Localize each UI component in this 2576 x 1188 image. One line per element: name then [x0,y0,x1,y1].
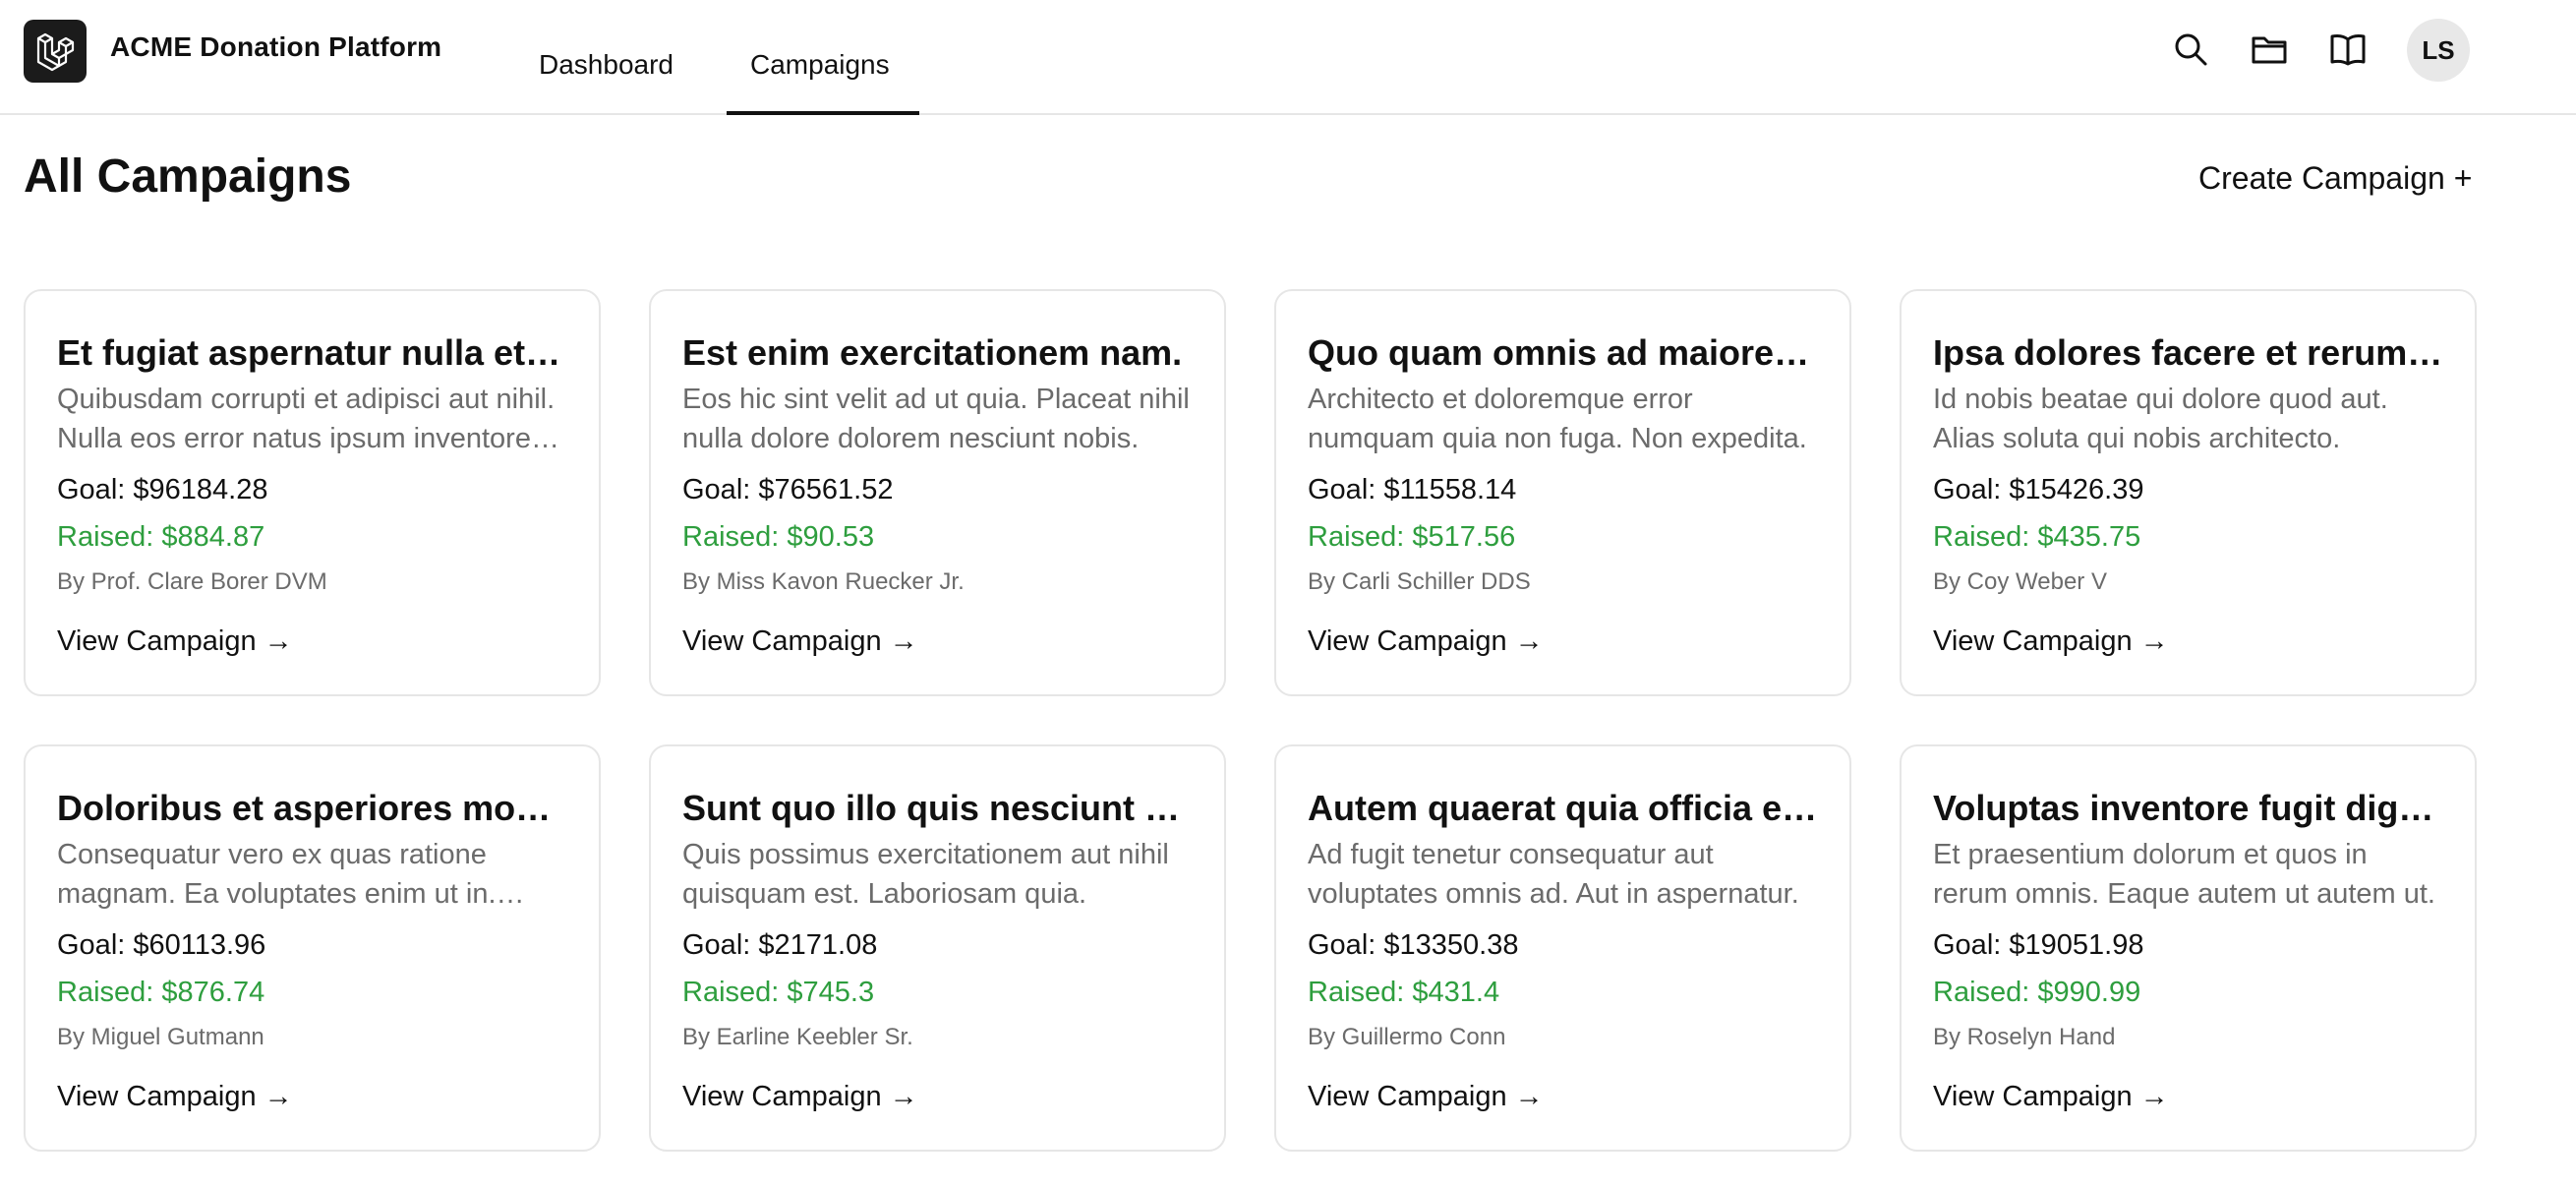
view-campaign-link[interactable]: View Campaign → [1933,625,2169,658]
page-title: All Campaigns [24,150,352,203]
tab-campaigns[interactable]: Campaigns [750,49,890,81]
campaign-author: By Prof. Clare Borer DVM [57,568,327,595]
campaign-title: Ipsa dolores facere et rerum et. [1933,332,2443,373]
book-icon[interactable] [2328,30,2368,69]
view-campaign-link[interactable]: View Campaign → [682,625,918,658]
user-avatar[interactable]: LS [2407,19,2470,82]
view-campaign-link[interactable]: View Campaign → [1933,1081,2169,1113]
create-campaign-button[interactable]: Create Campaign + [2198,160,2472,197]
campaign-raised: Raised: $435.75 [1933,521,2141,553]
view-campaign-link[interactable]: View Campaign → [682,1081,918,1113]
campaign-author: By Roselyn Hand [1933,1024,2116,1050]
campaign-description: Architecto et doloremque error numquam q… [1308,384,1807,454]
campaign-title: Est enim exercitationem nam. [682,332,1183,373]
campaign-title: Et fugiat aspernatur nulla et qui. [57,332,567,373]
campaign-goal: Goal: $19051.98 [1933,929,2144,961]
folder-icon[interactable] [2250,30,2289,69]
campaign-description: Consequatur vero ex quas ratione magnam.… [57,839,497,910]
view-campaign-link[interactable]: View Campaign → [57,625,293,658]
campaign-raised: Raised: $431.4 [1308,977,1500,1008]
campaign-description: Ad fugit tenetur consequatur aut volupta… [1308,839,1799,910]
campaign-raised: Raised: $990.99 [1933,977,2141,1008]
campaign-goal: Goal: $11558.14 [1308,474,1517,505]
campaign-goal: Goal: $76561.52 [682,474,894,505]
campaign-author: By Coy Weber V [1933,568,2107,595]
campaign-raised: Raised: $884.87 [57,521,265,553]
campaign-card: Autem quaerat quia officia error. Ad fug… [1274,744,1851,1152]
campaign-title: Quo quam omnis ad maiores et. [1308,332,1818,373]
campaign-author: By Carli Schiller DDS [1308,568,1531,595]
campaign-raised: Raised: $90.53 [682,521,875,553]
campaign-card: Et fugiat aspernatur nulla et qui. Quibu… [24,289,601,696]
campaign-goal: Goal: $15426.39 [1933,474,2144,505]
view-campaign-link[interactable]: View Campaign → [1308,625,1544,658]
campaign-description: Quibusdam corrupti et adipisci aut nihil… [57,384,556,454]
campaign-author: By Guillermo Conn [1308,1024,1506,1050]
campaign-description: Eos hic sint velit ad ut quia. Placeat n… [682,384,1190,454]
campaign-card: Quo quam omnis ad maiores et. Architecto… [1274,289,1851,696]
campaign-description: Id nobis beatae qui dolore quod aut. Ali… [1933,384,2388,454]
campaign-card: Est enim exercitationem nam. Eos hic sin… [649,289,1226,696]
search-icon[interactable] [2171,30,2210,69]
campaign-card: Sunt quo illo quis nesciunt aut. Quis po… [649,744,1226,1152]
campaign-goal: Goal: $13350.38 [1308,929,1519,961]
campaign-card: Voluptas inventore fugit dignissimos. Et… [1900,744,2477,1152]
view-campaign-link[interactable]: View Campaign → [57,1081,293,1113]
active-tab-indicator [727,111,919,115]
view-campaign-link[interactable]: View Campaign → [1308,1081,1544,1113]
campaign-goal: Goal: $60113.96 [57,929,266,961]
app-title: ACME Donation Platform [110,31,442,62]
campaign-author: By Earline Keebler Sr. [682,1024,913,1050]
campaign-grid: Et fugiat aspernatur nulla et qui. Quibu… [24,289,2478,1152]
laravel-logo-icon[interactable] [24,20,87,83]
campaign-title: Doloribus et asperiores modi et. [57,788,567,828]
campaign-description: Quis possimus exercitationem aut nihil q… [682,839,1169,910]
top-navbar: ACME Donation Platform Dashboard Campaig… [0,0,2576,115]
campaign-description: Et praesentium dolorum et quos in rerum … [1933,839,2435,910]
campaign-goal: Goal: $96184.28 [57,474,268,505]
campaign-card: Ipsa dolores facere et rerum et. Id nobi… [1900,289,2477,696]
campaign-title: Autem quaerat quia officia error. [1308,788,1818,828]
campaign-raised: Raised: $876.74 [57,977,265,1008]
tab-dashboard[interactable]: Dashboard [539,49,673,81]
campaign-raised: Raised: $745.3 [682,977,875,1008]
campaign-card: Doloribus et asperiores modi et. Consequ… [24,744,601,1152]
campaign-author: By Miguel Gutmann [57,1024,264,1050]
campaign-title: Sunt quo illo quis nesciunt aut. [682,788,1193,828]
campaign-title: Voluptas inventore fugit dignissimos. [1933,788,2443,828]
campaign-author: By Miss Kavon Ruecker Jr. [682,568,965,595]
campaign-raised: Raised: $517.56 [1308,521,1516,553]
campaign-goal: Goal: $2171.08 [682,929,878,961]
